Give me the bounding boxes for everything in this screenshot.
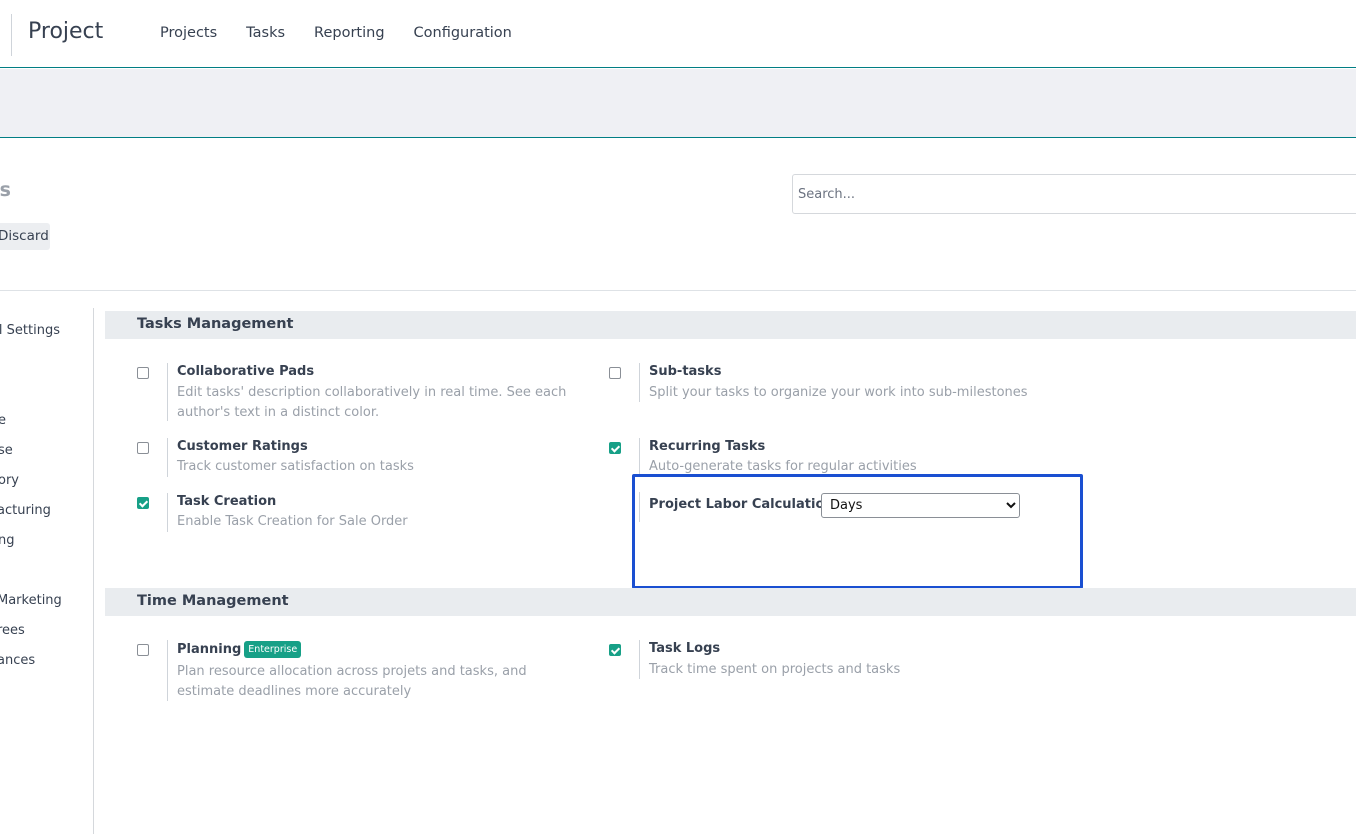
sidebar-item-2[interactable]: se <box>0 443 132 458</box>
setting-divider <box>167 493 168 532</box>
search-input[interactable] <box>793 175 1356 213</box>
page-title: gs <box>0 179 11 201</box>
customer-ratings-desc: Track customer satisfaction on tasks <box>177 459 414 474</box>
app-title[interactable]: Project <box>28 19 103 44</box>
customer-ratings-checkbox[interactable] <box>137 442 149 454</box>
sidebar-item-3[interactable]: ory <box>0 473 132 488</box>
search-box[interactable] <box>792 174 1356 214</box>
planning-title: Planning Enterprise <box>177 641 302 658</box>
recurring-tasks-title: Recurring Tasks <box>649 439 766 454</box>
setting-divider <box>639 640 640 679</box>
sidebar-item-5[interactable]: ng <box>0 533 132 548</box>
customer-ratings-title: Customer Ratings <box>177 439 308 454</box>
task-logs-desc: Track time spent on projects and tasks <box>649 662 901 677</box>
nav-item-reporting[interactable]: Reporting <box>314 25 385 41</box>
labor-calculation-select[interactable]: Days <box>821 493 1020 518</box>
task-creation-title: Task Creation <box>177 494 277 509</box>
section-title-tasks: Tasks Management <box>137 316 294 332</box>
setting-divider <box>167 640 168 701</box>
setting-divider <box>167 363 168 421</box>
setting-divider <box>639 438 640 474</box>
labor-calculation-label: Project Labor Calculation <box>649 497 834 512</box>
collaborative-pads-title: Collaborative Pads <box>177 364 315 379</box>
task-logs-title: Task Logs <box>649 641 721 656</box>
enterprise-badge: Enterprise <box>244 641 302 658</box>
sub-tasks-checkbox[interactable] <box>609 367 621 379</box>
sidebar-item-1[interactable]: e <box>0 413 132 428</box>
section-title-time: Time Management <box>137 593 289 609</box>
recurring-tasks-checkbox[interactable] <box>609 442 621 454</box>
planning-checkbox[interactable] <box>137 644 149 656</box>
task-creation-checkbox[interactable] <box>137 497 149 509</box>
top-navbar: Project Projects Tasks Reporting Configu… <box>0 0 1356 68</box>
task-creation-desc: Enable Task Creation for Sale Order <box>177 514 408 529</box>
setting-divider <box>167 438 168 477</box>
planning-title-text: Planning <box>177 642 242 657</box>
collaborative-pads-desc: Edit tasks' description collaboratively … <box>177 385 567 420</box>
section-header-tasks: Tasks Management <box>105 311 1356 339</box>
setting-divider <box>639 492 640 522</box>
nav-item-projects[interactable]: Projects <box>160 25 217 41</box>
navbar-separator <box>11 14 12 56</box>
sub-tasks-desc: Split your tasks to organize your work i… <box>649 385 1028 400</box>
task-logs-checkbox[interactable] <box>609 644 621 656</box>
collaborative-pads-checkbox[interactable] <box>137 367 149 379</box>
sidebar-item-8[interactable]: ances <box>0 653 131 668</box>
nav-item-configuration[interactable]: Configuration <box>414 25 512 41</box>
planning-desc: Plan resource allocation across projets … <box>177 664 527 699</box>
control-panel-divider <box>0 290 1356 291</box>
sidebar-border <box>93 308 94 834</box>
settings-sidebar: al Settings e se ory acturing ng Marketi… <box>0 291 94 834</box>
sidebar-item-7[interactable]: rees <box>0 623 131 638</box>
setting-divider <box>639 363 640 402</box>
sidebar-item-4[interactable]: acturing <box>0 503 131 518</box>
nav-item-tasks[interactable]: Tasks <box>246 25 285 41</box>
recurring-tasks-desc: Auto-generate tasks for regular activiti… <box>649 459 917 474</box>
discard-button[interactable]: Discard <box>0 223 50 250</box>
sidebar-item-general-settings[interactable]: al Settings <box>0 323 60 338</box>
highlight-box <box>632 474 1083 589</box>
sub-tasks-title: Sub-tasks <box>649 364 722 379</box>
section-header-time: Time Management <box>105 588 1356 616</box>
nav-menu: Projects Tasks Reporting Configuration <box>160 25 541 41</box>
breadcrumb-band <box>0 69 1356 138</box>
